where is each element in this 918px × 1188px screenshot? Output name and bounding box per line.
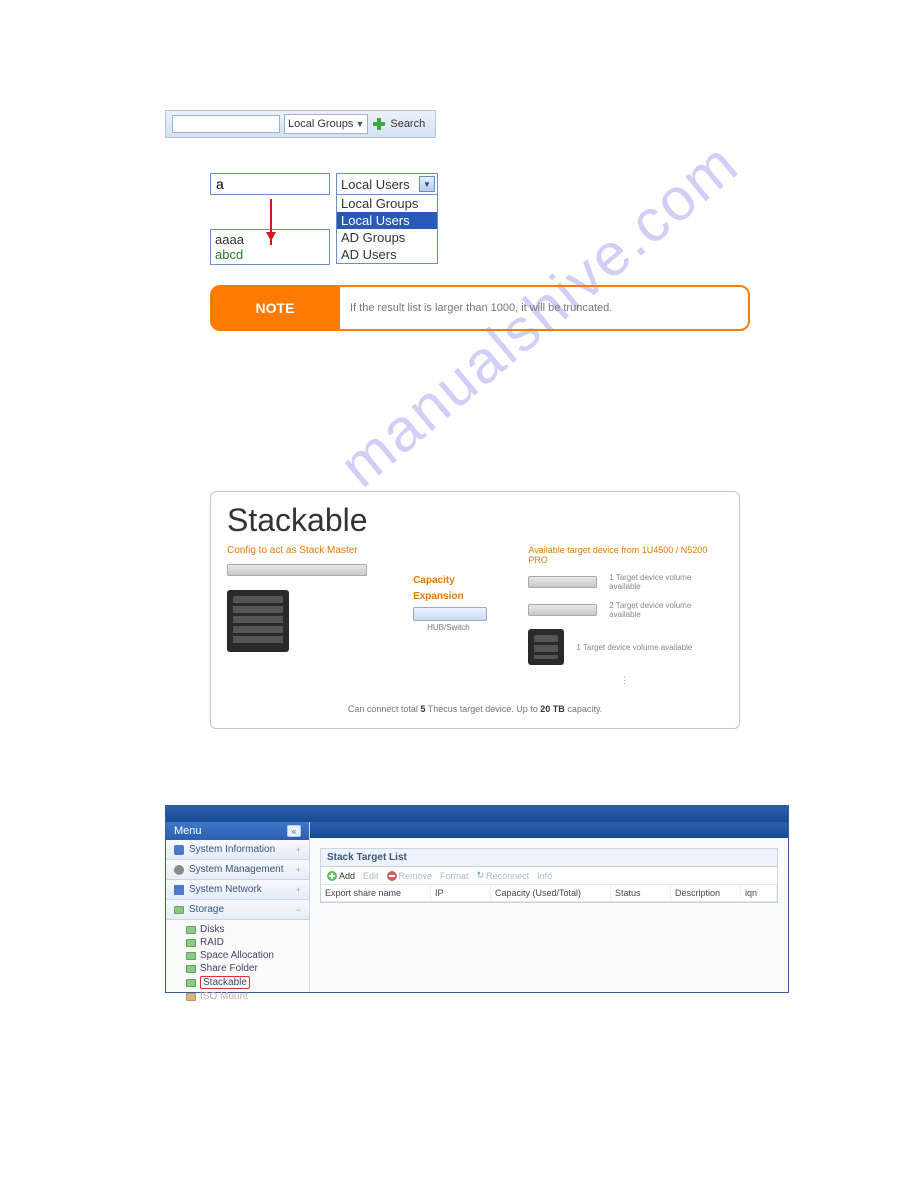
targets-header: Available target device from 1U4500 / N5… [528,545,723,565]
sidebar-header: Menu « [166,822,309,840]
disk-icon [186,965,196,973]
scope-options: Local Groups Local Users AD Groups AD Us… [336,195,438,264]
sidebar-item-sysnet[interactable]: System Network + [166,880,309,900]
scope-select[interactable]: Local Users ▼ [336,173,438,195]
content-titlebar [310,822,788,838]
ellipsis-icon: ⋮ [528,675,723,686]
scope-select-label: Local Users [341,177,410,192]
capacity-label: Capacity [413,575,510,587]
sidebar-item-sysmgmt[interactable]: System Management + [166,860,309,880]
rack-device-icon [528,576,597,588]
stack-master-label: Config to act as Stack Master [227,545,395,556]
sidebar-title: Menu [174,825,202,837]
panel-toolbar: Add Edit Remove Format ↻Reconnect Info [321,867,777,885]
col-iqn[interactable]: iqn [741,885,777,901]
search-toolbar: Local Groups ▼ Search [165,110,436,138]
target-row: 1 Target device volume available [528,573,723,591]
nas-tower-icon [227,590,289,652]
stackable-diagram: Stackable Config to act as Stack Master … [210,491,740,729]
diagram-footer: Can connect total 5 Thecus target device… [227,704,723,714]
scope-dropdown[interactable]: Local Groups ▼ [284,114,368,134]
chevron-down-icon: ▼ [355,119,364,129]
refresh-icon: ↻ [477,870,485,881]
disk-icon [186,926,196,934]
edit-button[interactable]: Edit [363,871,379,881]
note-text: If the result list is larger than 1000, … [340,285,750,331]
result-item[interactable]: abcd [215,247,325,262]
note-box: NOTE If the result list is larger than 1… [210,285,753,331]
storage-tree: Disks RAID Space Allocation Share Folder… [166,920,309,1006]
tree-item-raid[interactable]: RAID [186,936,307,949]
disk-icon [186,979,196,987]
disk-icon [186,993,196,1001]
col-status[interactable]: Status [611,885,671,901]
hub-icon [413,607,487,621]
col-capacity[interactable]: Capacity (Used/Total) [491,885,611,901]
rack-device-icon [528,604,597,616]
sidebar-item-label: Storage [189,904,224,915]
expansion-label: Expansion [413,591,510,603]
gear-icon [174,865,184,875]
chevron-down-icon: ▼ [419,176,435,192]
collapse-icon[interactable]: « [287,825,301,837]
reconnect-button[interactable]: ↻Reconnect [477,870,530,881]
col-description[interactable]: Description [671,885,741,901]
info-icon [174,845,184,855]
nas-tower-icon [528,629,564,665]
tree-item-disks[interactable]: Disks [186,923,307,936]
filter-input[interactable] [210,173,330,195]
collapse-icon: − [296,905,301,915]
add-icon [327,871,337,881]
expand-icon: + [296,865,301,875]
disk-icon [186,939,196,947]
target-text: 1 Target device volume available [609,573,723,591]
disk-icon [186,952,196,960]
add-button[interactable]: Add [327,871,355,881]
expand-icon: + [296,845,301,855]
stack-target-panel: Stack Target List Add Edit Remove Format… [320,848,778,903]
col-ip[interactable]: IP [431,885,491,901]
search-input[interactable] [172,115,280,133]
option-item[interactable]: AD Groups [337,229,437,246]
diagram-title: Stackable [227,502,723,539]
tree-item-stackable[interactable]: Stackable [186,975,307,990]
target-row: 2 Target device volume available [528,601,723,619]
target-text: 1 Target device volume available [576,643,692,652]
tree-item-sharefolder[interactable]: Share Folder [186,962,307,975]
hub-label: HUB/Switch [427,623,510,632]
storage-icon [174,906,184,914]
arrow-down-icon [270,199,272,245]
panel-title: Stack Target List [321,849,777,867]
info-button[interactable]: Info [537,871,552,881]
option-item[interactable]: Local Groups [337,195,437,212]
dropdown-demo: aaaa abcd Local Users ▼ Local Groups Loc… [210,173,753,265]
sidebar-item-sysinfo[interactable]: System Information + [166,840,309,860]
network-icon [174,885,184,895]
table-header: Export share name IP Capacity (Used/Tota… [321,885,777,902]
search-button[interactable]: Search [390,118,425,130]
format-button[interactable]: Format [440,871,469,881]
window-titlebar [166,806,788,822]
target-row: 1 Target device volume available [528,629,723,665]
note-label: NOTE [210,285,340,331]
scope-dropdown-label: Local Groups [288,118,353,130]
rack-device-icon [227,564,367,576]
tree-item-isomount[interactable]: ISO Mount [186,990,307,1003]
sidebar-item-storage[interactable]: Storage − [166,900,309,920]
admin-window: Menu « System Information + System Manag… [165,805,789,993]
option-item[interactable]: Local Users [337,212,437,229]
target-text: 2 Target device volume available [609,601,723,619]
remove-icon [387,871,397,881]
content-area: Stack Target List Add Edit Remove Format… [310,822,788,992]
expand-icon: + [296,885,301,895]
option-item[interactable]: AD Users [337,246,437,263]
sidebar-item-label: System Network [189,884,262,895]
sidebar: Menu « System Information + System Manag… [166,822,310,992]
tree-item-spacealloc[interactable]: Space Allocation [186,949,307,962]
sidebar-item-label: System Management [189,864,284,875]
remove-button[interactable]: Remove [387,871,433,881]
sidebar-item-label: System Information [189,844,275,855]
plus-icon [372,117,386,131]
col-export[interactable]: Export share name [321,885,431,901]
